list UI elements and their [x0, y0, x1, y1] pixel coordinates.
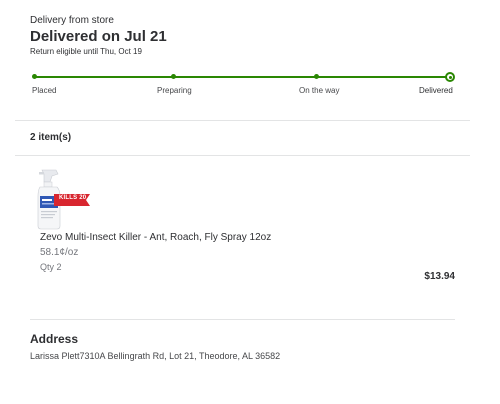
- product-image[interactable]: KILLS 20: [34, 166, 94, 230]
- order-status-title: Delivered on Jul 21: [30, 28, 167, 45]
- progress-dot-on-the-way: [314, 74, 319, 79]
- product-badge-text: KILLS 20: [59, 194, 87, 201]
- product-name[interactable]: Zevo Multi-Insect Killer - Ant, Roach, F…: [40, 232, 271, 243]
- delivery-type-label: Delivery from store: [30, 15, 114, 26]
- product-unit-price: 58.1¢/oz: [40, 247, 79, 258]
- product-price: $13.94: [424, 271, 455, 282]
- progress-step-preparing: Preparing: [157, 86, 192, 95]
- progress-step-on-the-way: On the way: [299, 86, 340, 95]
- progress-step-delivered: Delivered: [419, 86, 453, 95]
- address-heading: Address: [30, 332, 79, 346]
- section-divider: [15, 155, 470, 156]
- section-divider: [15, 120, 470, 121]
- progress-dot-delivered: [445, 72, 455, 82]
- progress-dot-preparing: [171, 74, 176, 79]
- address-text: Larissa Plett7310A Bellingrath Rd, Lot 2…: [30, 351, 281, 361]
- progress-step-placed: Placed: [32, 86, 57, 95]
- progress-dot-placed: [32, 74, 37, 79]
- progress-track: [35, 76, 450, 78]
- product-quantity: Qty 2: [40, 262, 62, 272]
- section-divider: [30, 319, 455, 320]
- return-eligibility-note: Return eligible until Thu, Oct 19: [30, 47, 142, 56]
- items-count-heading: 2 item(s): [30, 132, 72, 143]
